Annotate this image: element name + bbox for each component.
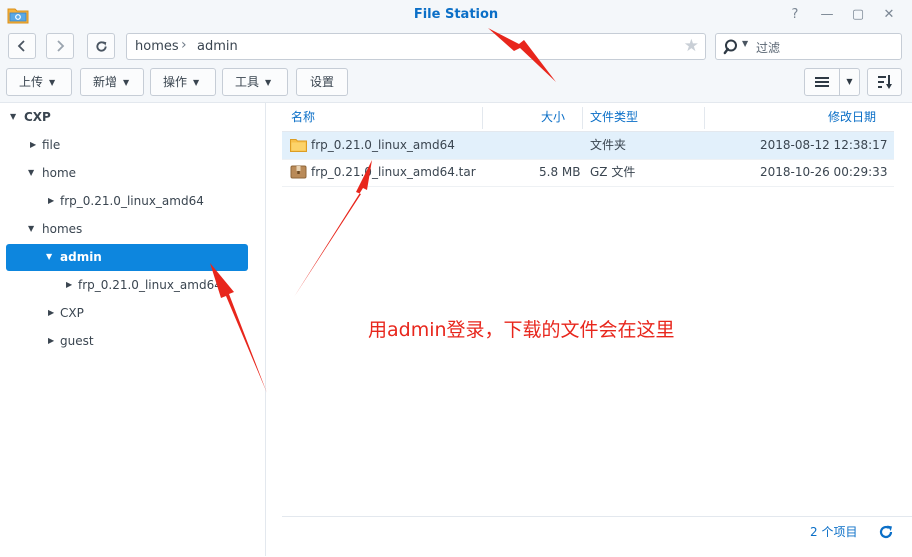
star-icon[interactable]: ★ xyxy=(684,36,699,56)
minimize-button[interactable]: — xyxy=(818,6,836,24)
collapsed-caret-icon[interactable]: ▶ xyxy=(66,272,72,298)
tree-item-homes[interactable]: ▼ homes xyxy=(6,216,248,242)
column-header-modified[interactable]: 修改日期 xyxy=(828,103,876,131)
table-row[interactable]: frp_0.21.0_linux_amd64 文件夹 2018-08-12 12… xyxy=(282,132,894,160)
action-label: 操作 xyxy=(163,75,188,89)
back-button[interactable] xyxy=(8,33,36,59)
settings-label: 设置 xyxy=(309,75,334,89)
column-divider[interactable] xyxy=(704,107,705,129)
column-divider[interactable] xyxy=(482,107,483,129)
file-size: 5.8 MB xyxy=(539,165,581,179)
breadcrumb-homes[interactable]: homes xyxy=(135,39,179,54)
folder-tree: ▼ CXP ▶ file ▼ home ▶ frp_0.21.0_linux_a… xyxy=(0,103,266,556)
tree-item-admin[interactable]: ▼ admin xyxy=(6,244,248,271)
refresh-icon xyxy=(95,41,107,52)
search-options-caret-icon[interactable]: ▼ xyxy=(742,39,748,48)
path-bar[interactable]: homes › admin ★ xyxy=(126,33,706,60)
create-label: 新增 xyxy=(93,75,118,89)
column-header-size[interactable]: 大小 xyxy=(541,103,565,131)
create-button[interactable]: 新增 ▼ xyxy=(80,68,144,96)
column-header-type[interactable]: 文件类型 xyxy=(590,103,638,131)
close-button[interactable]: ✕ xyxy=(880,6,898,24)
collapsed-caret-icon[interactable]: ▶ xyxy=(48,188,54,214)
tools-caret-icon: ▼ xyxy=(265,78,272,87)
action-caret-icon: ▼ xyxy=(193,78,200,87)
upload-caret-icon: ▼ xyxy=(49,78,56,87)
forward-button[interactable] xyxy=(46,33,74,59)
chevron-left-icon xyxy=(17,40,25,52)
upload-button[interactable]: 上传 ▼ xyxy=(6,68,72,96)
tree-item-label: frp_0.21.0_linux_amd64 xyxy=(78,278,222,292)
list-view-button[interactable] xyxy=(804,68,840,96)
create-caret-icon: ▼ xyxy=(123,78,130,87)
help-button[interactable]: ? xyxy=(786,6,804,24)
tree-item-label: home xyxy=(42,166,77,180)
tree-item-cxp[interactable]: ▼ CXP xyxy=(6,104,248,130)
navigation-bar: homes › admin ★ ▼ xyxy=(0,30,912,64)
search-box[interactable]: ▼ xyxy=(715,33,902,60)
tree-item-label: CXP xyxy=(24,110,51,124)
view-options-button[interactable]: ▼ xyxy=(839,68,860,96)
action-button[interactable]: 操作 ▼ xyxy=(150,68,216,96)
file-name: frp_0.21.0_linux_amd64.tar xyxy=(311,165,476,179)
column-divider[interactable] xyxy=(582,107,583,129)
window-title: File Station xyxy=(413,7,499,22)
file-modified: 2018-08-12 12:38:17 xyxy=(760,138,888,152)
breadcrumb-admin[interactable]: admin xyxy=(197,39,238,54)
chevron-right-icon xyxy=(57,40,65,52)
file-modified: 2018-10-26 00:29:33 xyxy=(760,165,888,179)
tree-item-label: guest xyxy=(60,334,94,348)
settings-button[interactable]: 设置 xyxy=(296,68,348,96)
title-bar: File Station ? — ▢ ✕ xyxy=(0,0,912,31)
tree-item-file[interactable]: ▶ file xyxy=(6,132,248,158)
tree-item-home-frp[interactable]: ▶ frp_0.21.0_linux_amd64 xyxy=(6,188,248,214)
tree-item-home[interactable]: ▼ home xyxy=(6,160,248,186)
tools-button[interactable]: 工具 ▼ xyxy=(222,68,288,96)
status-bar: 2 个项目 xyxy=(282,516,912,557)
tree-item-label: admin xyxy=(60,250,102,264)
archive-icon xyxy=(290,165,307,179)
expanded-caret-icon[interactable]: ▼ xyxy=(46,244,52,270)
refresh-path-button[interactable] xyxy=(87,33,115,59)
expanded-caret-icon[interactable]: ▼ xyxy=(28,216,34,242)
expanded-caret-icon[interactable]: ▼ xyxy=(10,104,16,130)
tools-label: 工具 xyxy=(235,75,260,89)
file-name: frp_0.21.0_linux_amd64 xyxy=(311,138,455,152)
maximize-button[interactable]: ▢ xyxy=(849,6,867,24)
sort-button[interactable] xyxy=(867,68,902,96)
tree-item-label: homes xyxy=(42,222,83,236)
tree-item-label: frp_0.21.0_linux_amd64 xyxy=(60,194,204,208)
filter-input[interactable] xyxy=(754,38,898,57)
view-caret-icon: ▼ xyxy=(846,77,853,86)
table-row[interactable]: frp_0.21.0_linux_amd64.tar 5.8 MB GZ 文件 … xyxy=(282,159,894,187)
list-icon xyxy=(815,77,829,87)
folder-icon xyxy=(290,139,307,152)
tree-item-admin-frp[interactable]: ▶ frp_0.21.0_linux_amd64 xyxy=(6,272,248,298)
column-header-name[interactable]: 名称 xyxy=(291,103,315,131)
refresh-icon[interactable] xyxy=(878,524,894,540)
collapsed-caret-icon[interactable]: ▶ xyxy=(30,132,36,158)
tree-item-homes-cxp[interactable]: ▶ CXP xyxy=(6,300,248,326)
tree-item-label: CXP xyxy=(60,306,84,320)
expanded-caret-icon[interactable]: ▼ xyxy=(28,160,34,186)
annotation-text: 用admin登录，下载的文件会在这里 xyxy=(368,319,675,341)
upload-label: 上传 xyxy=(19,75,44,89)
search-icon[interactable] xyxy=(723,38,741,56)
file-type: GZ 文件 xyxy=(590,165,636,179)
sort-icon xyxy=(877,75,892,89)
breadcrumb-separator-icon: › xyxy=(181,37,187,53)
item-count: 2 个项目 xyxy=(810,525,858,539)
action-toolbar: 上传 ▼ 新增 ▼ 操作 ▼ 工具 ▼ 设置 ▼ xyxy=(0,64,912,103)
file-type: 文件夹 xyxy=(590,138,627,152)
tree-item-label: file xyxy=(42,138,61,152)
collapsed-caret-icon[interactable]: ▶ xyxy=(48,300,54,326)
tree-item-guest[interactable]: ▶ guest xyxy=(6,328,248,354)
collapsed-caret-icon[interactable]: ▶ xyxy=(48,328,54,354)
